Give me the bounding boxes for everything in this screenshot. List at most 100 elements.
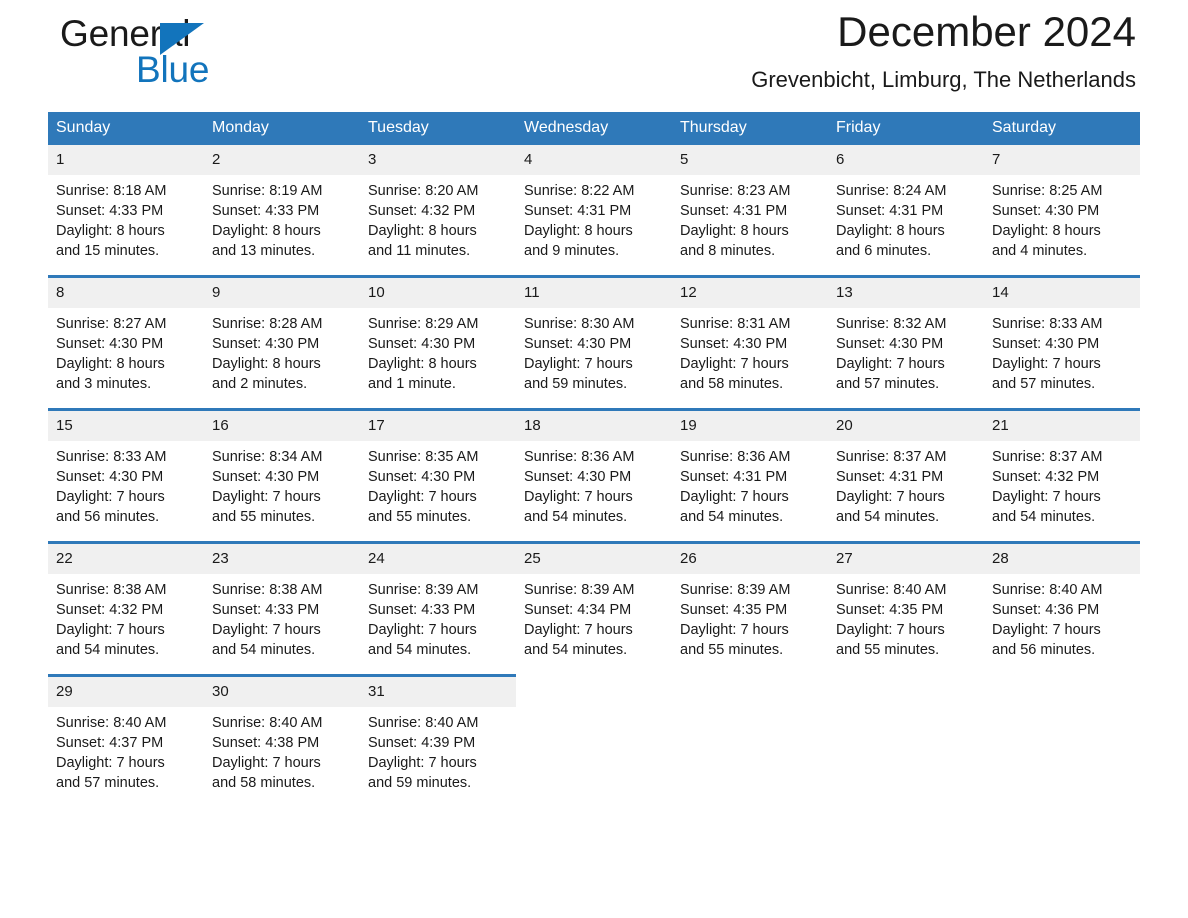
- day-number[interactable]: 30: [204, 674, 360, 707]
- daylight-text-line2: and 59 minutes.: [368, 775, 472, 791]
- sunrise-text: Sunrise: 8:40 AM: [992, 582, 1103, 598]
- day-number[interactable]: 31: [360, 674, 516, 707]
- day-number[interactable]: 4: [516, 145, 672, 175]
- sunset-text: Sunset: 4:30 PM: [212, 336, 320, 352]
- sunrise-text: Sunrise: 8:40 AM: [56, 715, 167, 731]
- day-number[interactable]: 7: [984, 145, 1140, 175]
- day-cell-empty: [984, 707, 1140, 807]
- day-detail-row: Sunrise: 8:40 AM Sunset: 4:37 PM Dayligh…: [48, 707, 1140, 807]
- day-number[interactable]: 8: [48, 275, 204, 308]
- day-number[interactable]: 22: [48, 541, 204, 574]
- sunrise-text: Sunrise: 8:38 AM: [212, 582, 323, 598]
- weekday-header-friday: Friday: [828, 112, 984, 145]
- daylight-text-line2: and 54 minutes.: [368, 642, 472, 658]
- daylight-text-line1: Daylight: 8 hours: [368, 356, 477, 372]
- week-row: 1 2 3 4 5 6 7 Sunrise: 8:18 AM Sunset: 4…: [48, 145, 1140, 277]
- weekday-header-monday: Monday: [204, 112, 360, 145]
- sunrise-text: Sunrise: 8:40 AM: [368, 715, 479, 731]
- day-number-row: 8 9 10 11 12 13 14: [48, 275, 1140, 308]
- daylight-text-line2: and 58 minutes.: [680, 376, 784, 392]
- day-cell: Sunrise: 8:31 AM Sunset: 4:30 PM Dayligh…: [672, 308, 828, 410]
- day-number[interactable]: 19: [672, 408, 828, 441]
- daylight-text-line2: and 55 minutes.: [368, 509, 472, 525]
- daylight-text-line1: Daylight: 7 hours: [524, 622, 633, 638]
- daylight-text-line1: Daylight: 7 hours: [212, 489, 321, 505]
- daylight-text-line1: Daylight: 7 hours: [992, 356, 1101, 372]
- day-number[interactable]: 16: [204, 408, 360, 441]
- daylight-text-line2: and 55 minutes.: [836, 642, 940, 658]
- sunrise-sunset-calendar: Sunday Monday Tuesday Wednesday Thursday…: [48, 112, 1140, 807]
- sunrise-text: Sunrise: 8:20 AM: [368, 183, 479, 199]
- day-number[interactable]: 17: [360, 408, 516, 441]
- daylight-text-line2: and 57 minutes.: [992, 376, 1096, 392]
- sunrise-text: Sunrise: 8:27 AM: [56, 316, 167, 332]
- sunset-text: Sunset: 4:30 PM: [992, 336, 1100, 352]
- day-number-row: 15 16 17 18 19 20 21: [48, 408, 1140, 441]
- daylight-text-line1: Daylight: 7 hours: [680, 489, 789, 505]
- logo-text-blue: Blue: [136, 49, 210, 90]
- day-cell: Sunrise: 8:29 AM Sunset: 4:30 PM Dayligh…: [360, 308, 516, 410]
- sunset-text: Sunset: 4:32 PM: [368, 203, 476, 219]
- day-number[interactable]: 26: [672, 541, 828, 574]
- day-cell: Sunrise: 8:32 AM Sunset: 4:30 PM Dayligh…: [828, 308, 984, 410]
- day-number[interactable]: 25: [516, 541, 672, 574]
- weekday-header-wednesday: Wednesday: [516, 112, 672, 145]
- day-number[interactable]: 2: [204, 145, 360, 175]
- sunset-text: Sunset: 4:33 PM: [212, 203, 320, 219]
- day-detail-row: Sunrise: 8:27 AM Sunset: 4:30 PM Dayligh…: [48, 308, 1140, 410]
- day-number[interactable]: 28: [984, 541, 1140, 574]
- day-cell-empty: [516, 707, 672, 807]
- sunrise-text: Sunrise: 8:31 AM: [680, 316, 791, 332]
- day-cell-empty: [516, 675, 672, 707]
- daylight-text-line2: and 15 minutes.: [56, 243, 160, 259]
- weekday-header-tuesday: Tuesday: [360, 112, 516, 145]
- sunset-text: Sunset: 4:31 PM: [680, 203, 788, 219]
- day-number[interactable]: 11: [516, 275, 672, 308]
- day-cell: Sunrise: 8:38 AM Sunset: 4:32 PM Dayligh…: [48, 574, 204, 676]
- daylight-text-line1: Daylight: 8 hours: [212, 223, 321, 239]
- sunset-text: Sunset: 4:30 PM: [524, 336, 632, 352]
- day-cell: Sunrise: 8:20 AM Sunset: 4:32 PM Dayligh…: [360, 175, 516, 277]
- daylight-text-line2: and 6 minutes.: [836, 243, 932, 259]
- daylight-text-line2: and 54 minutes.: [56, 642, 160, 658]
- day-number[interactable]: 21: [984, 408, 1140, 441]
- day-number[interactable]: 6: [828, 145, 984, 175]
- sunrise-text: Sunrise: 8:40 AM: [836, 582, 947, 598]
- week-row: 8 9 10 11 12 13 14 Sunrise: 8:27 AM Suns…: [48, 275, 1140, 410]
- day-cell: Sunrise: 8:24 AM Sunset: 4:31 PM Dayligh…: [828, 175, 984, 277]
- day-number[interactable]: 20: [828, 408, 984, 441]
- daylight-text-line1: Daylight: 7 hours: [368, 489, 477, 505]
- daylight-text-line1: Daylight: 8 hours: [992, 223, 1101, 239]
- sunset-text: Sunset: 4:30 PM: [368, 336, 476, 352]
- daylight-text-line2: and 57 minutes.: [836, 376, 940, 392]
- sunset-text: Sunset: 4:30 PM: [212, 469, 320, 485]
- day-number[interactable]: 29: [48, 674, 204, 707]
- day-number[interactable]: 13: [828, 275, 984, 308]
- day-number[interactable]: 5: [672, 145, 828, 175]
- day-cell-empty: [984, 675, 1140, 707]
- day-number[interactable]: 1: [48, 145, 204, 175]
- daylight-text-line2: and 54 minutes.: [992, 509, 1096, 525]
- day-number[interactable]: 23: [204, 541, 360, 574]
- sunrise-text: Sunrise: 8:30 AM: [524, 316, 635, 332]
- day-number[interactable]: 18: [516, 408, 672, 441]
- day-cell: Sunrise: 8:28 AM Sunset: 4:30 PM Dayligh…: [204, 308, 360, 410]
- day-number[interactable]: 27: [828, 541, 984, 574]
- daylight-text-line2: and 9 minutes.: [524, 243, 620, 259]
- day-number[interactable]: 14: [984, 275, 1140, 308]
- day-cell: Sunrise: 8:36 AM Sunset: 4:30 PM Dayligh…: [516, 441, 672, 543]
- day-number[interactable]: 15: [48, 408, 204, 441]
- day-number[interactable]: 24: [360, 541, 516, 574]
- sunrise-text: Sunrise: 8:37 AM: [836, 449, 947, 465]
- day-cell-empty: [828, 707, 984, 807]
- sunrise-text: Sunrise: 8:33 AM: [992, 316, 1103, 332]
- day-number[interactable]: 9: [204, 275, 360, 308]
- daylight-text-line1: Daylight: 7 hours: [56, 755, 165, 771]
- day-cell: Sunrise: 8:36 AM Sunset: 4:31 PM Dayligh…: [672, 441, 828, 543]
- day-number[interactable]: 12: [672, 275, 828, 308]
- day-number[interactable]: 10: [360, 275, 516, 308]
- sunrise-text: Sunrise: 8:35 AM: [368, 449, 479, 465]
- day-number[interactable]: 3: [360, 145, 516, 175]
- daylight-text-line2: and 13 minutes.: [212, 243, 316, 259]
- daylight-text-line1: Daylight: 8 hours: [56, 356, 165, 372]
